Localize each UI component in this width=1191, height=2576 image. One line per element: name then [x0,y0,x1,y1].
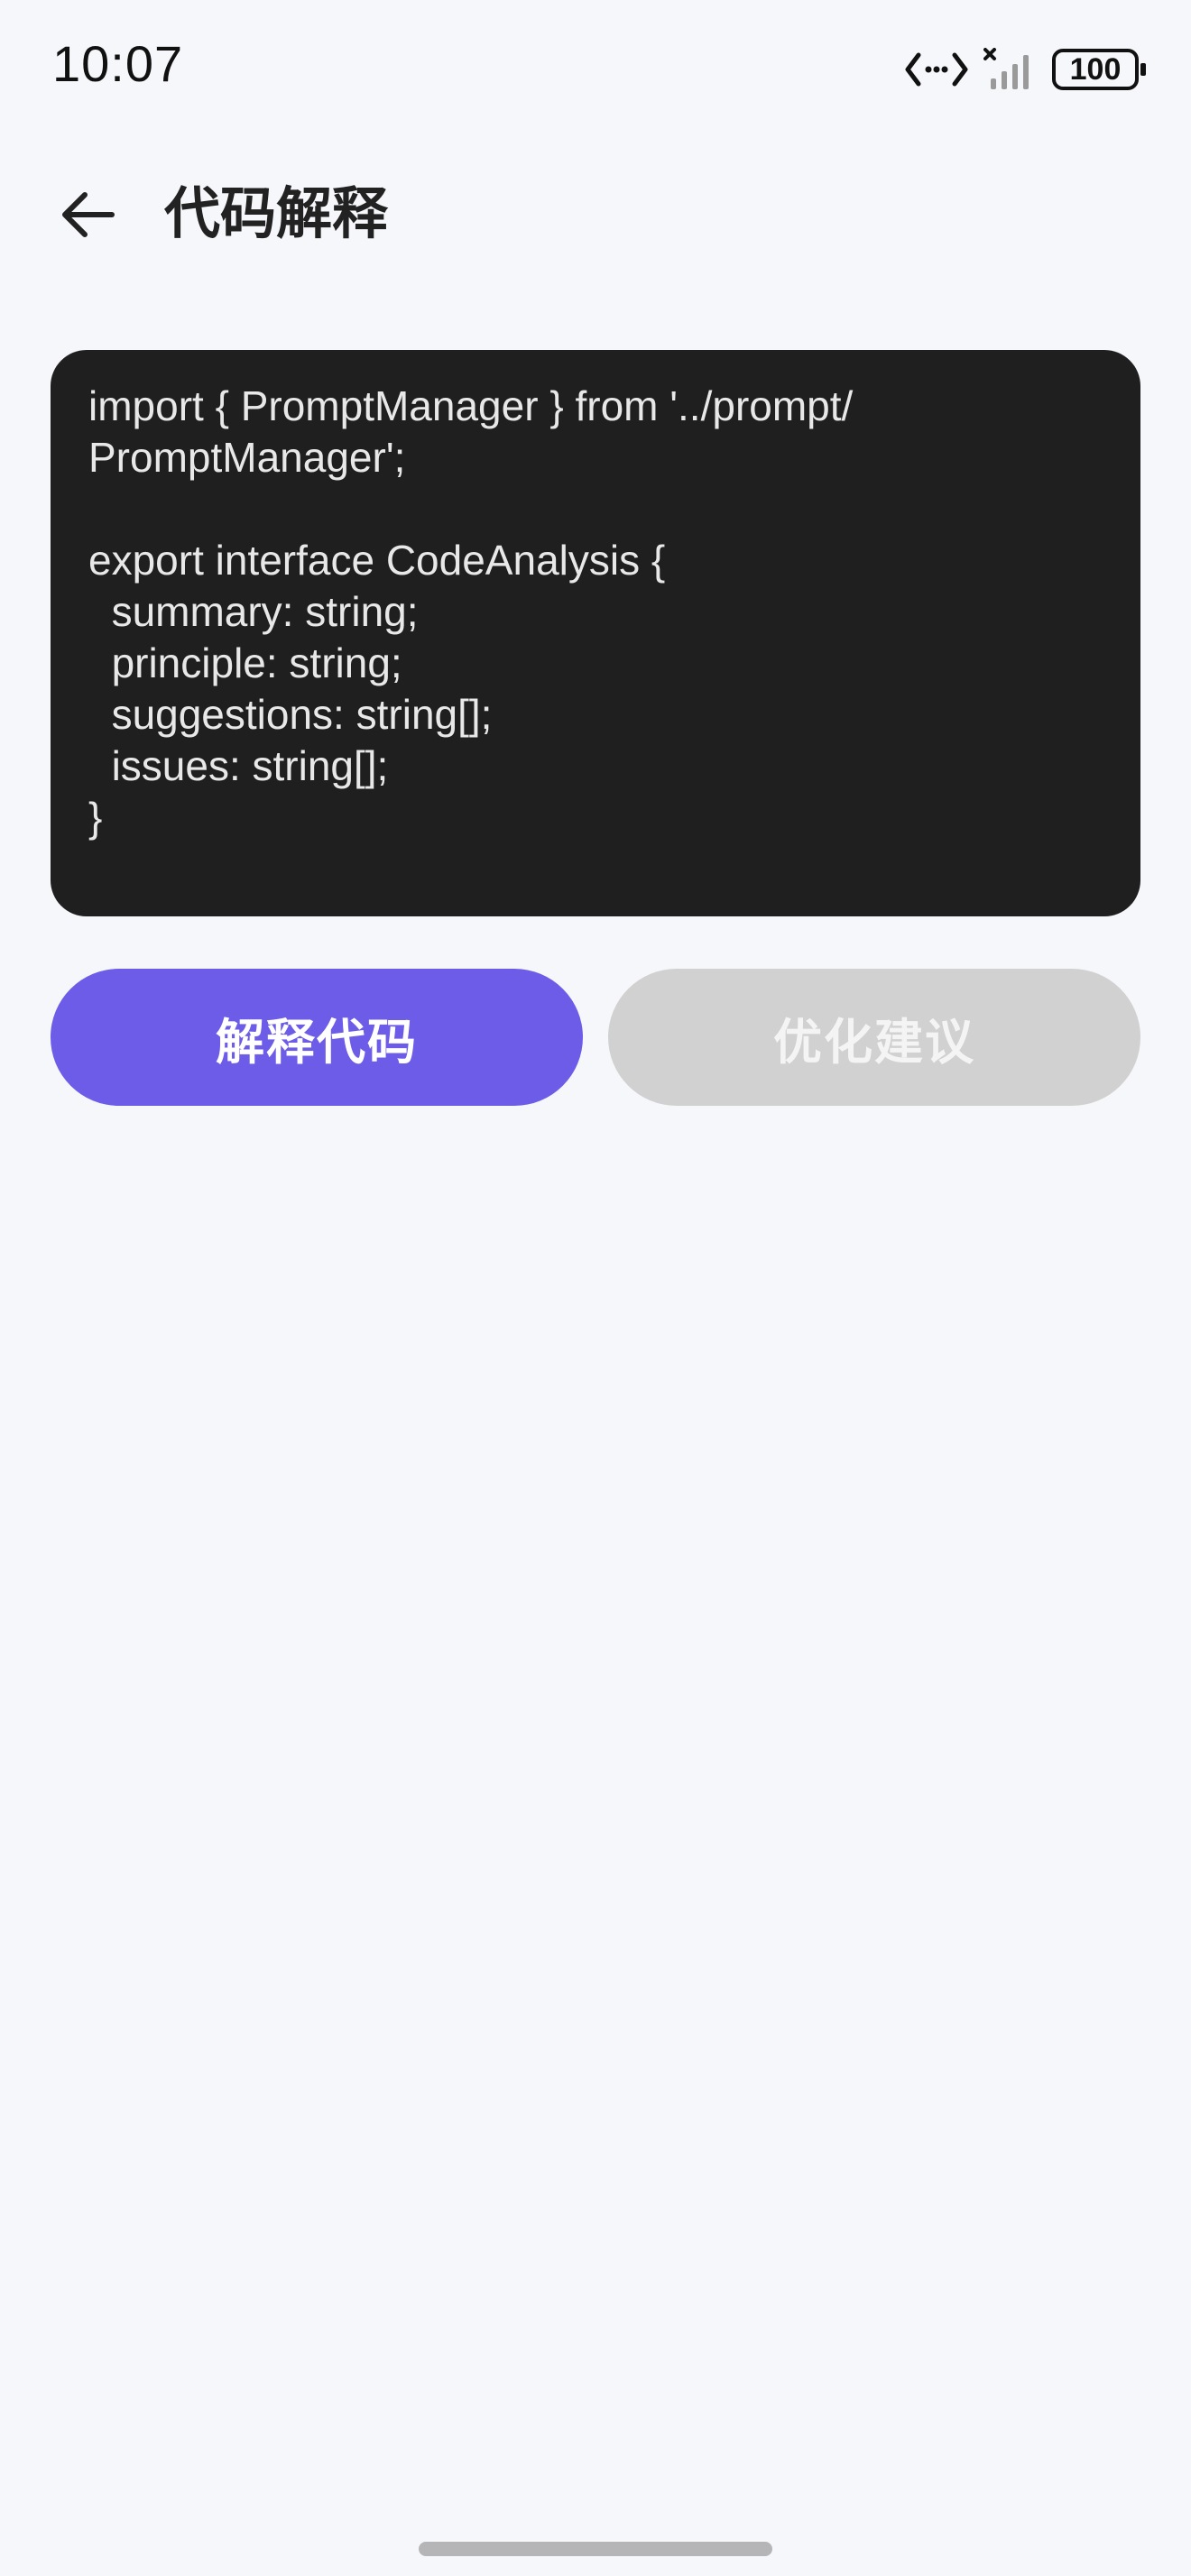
status-time: 10:07 [52,35,184,92]
status-icons: 100 [904,41,1146,97]
battery-icon: 100 [1052,49,1146,90]
page-title: 代码解释 [164,180,389,246]
home-indicator[interactable] [419,2542,772,2556]
status-bar: 10:07 100 [0,0,1191,135]
code-text[interactable]: import { PromptManager } from '../prompt… [88,381,1103,843]
signal-no-service-icon [983,48,1038,91]
battery-level: 100 [1069,52,1122,87]
explain-code-button[interactable]: 解释代码 [51,969,583,1106]
optimize-suggestion-button[interactable]: 优化建议 [608,969,1140,1106]
back-button[interactable] [45,171,132,258]
data-transfer-icon [904,50,969,89]
header: 代码解释 [0,153,1191,271]
arrow-left-icon [60,186,117,244]
code-input[interactable]: import { PromptManager } from '../prompt… [51,350,1140,916]
